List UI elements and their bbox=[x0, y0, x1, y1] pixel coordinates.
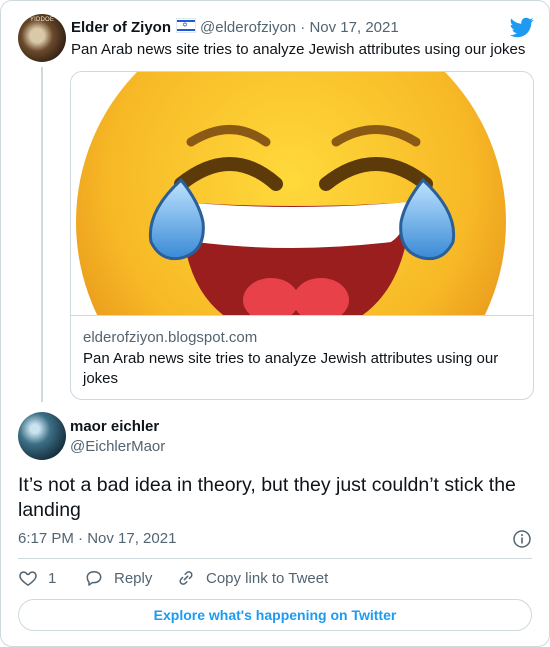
israel-flag-icon: ✡ bbox=[176, 18, 197, 33]
parent-tweet-date[interactable]: Nov 17, 2021 bbox=[309, 19, 398, 36]
reply-tweet-text: It’s not a bad idea in theory, but they … bbox=[18, 474, 516, 521]
twitter-bird-icon[interactable] bbox=[510, 15, 534, 39]
parent-author-handle[interactable]: @elderofziyon bbox=[200, 19, 296, 36]
parent-tweet-header: Elder of Ziyon ✡ @elderofziyon · Nov 17, 2… bbox=[71, 18, 399, 36]
embedded-tweet-card: YIDDOE Elder of Ziyon ✡ @elderofziyon · No… bbox=[0, 0, 550, 647]
reply-icon bbox=[86, 571, 102, 586]
avatar-text: YIDDOE bbox=[29, 17, 55, 23]
link-icon bbox=[179, 571, 193, 585]
like-count: 1 bbox=[48, 569, 57, 587]
action-divider bbox=[18, 558, 532, 559]
link-preview-card[interactable]: elderofziyon.blogspot.com Pan Arab news … bbox=[70, 71, 534, 400]
info-icon[interactable] bbox=[512, 529, 532, 549]
link-domain: elderofziyon.blogspot.com bbox=[83, 329, 258, 346]
parent-author-avatar[interactable]: YIDDOE bbox=[18, 14, 66, 62]
reply-timestamp[interactable]: 6:17 PM · Nov 17, 2021 bbox=[18, 530, 176, 547]
like-action[interactable]: 1 bbox=[18, 568, 56, 588]
thread-connector-line bbox=[41, 67, 43, 402]
explore-twitter-button[interactable]: Explore what's happening on Twitter bbox=[18, 599, 532, 631]
link-preview-image bbox=[71, 72, 533, 315]
link-card-divider bbox=[71, 315, 533, 316]
reply-author-name[interactable]: maor eichler bbox=[70, 418, 159, 435]
reply-label: Reply bbox=[114, 569, 153, 587]
reply-author-avatar[interactable] bbox=[18, 412, 66, 460]
reply-author-handle[interactable]: @EichlerMaor bbox=[70, 438, 165, 455]
parent-tweet-text: Pan Arab news site tries to analyze Jewi… bbox=[71, 41, 526, 58]
header-separator: · bbox=[300, 19, 306, 36]
link-title: Pan Arab news site tries to analyze Jewi… bbox=[83, 350, 499, 387]
reply-action[interactable]: Reply bbox=[84, 568, 152, 588]
parent-author-name[interactable]: Elder of Ziyon bbox=[71, 19, 171, 36]
copy-link-action[interactable]: Copy link to Tweet bbox=[176, 568, 328, 588]
heart-icon bbox=[19, 571, 37, 586]
copy-link-label: Copy link to Tweet bbox=[206, 569, 329, 587]
explore-label: Explore what's happening on Twitter bbox=[153, 607, 397, 623]
